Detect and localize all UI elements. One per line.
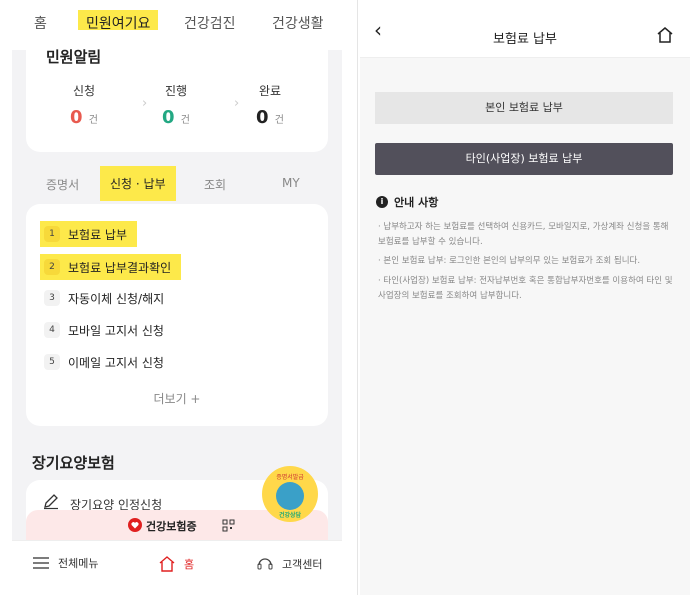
- section-title-ltc: 장기요양보험: [32, 454, 115, 472]
- bottom-navigation: 전체메뉴 홈 고객센터: [12, 540, 342, 595]
- stat-complete-value: 0 건: [240, 107, 300, 128]
- stat-applied[interactable]: 신청 0 건: [54, 82, 114, 128]
- stat-progress-label: 진행: [164, 84, 188, 98]
- item-number: 3: [44, 290, 60, 306]
- left-panel: 홈 민원여기요 건강검진 건강생활 민원알림 신청 0 건 › 진행 0 건 ›…: [12, 0, 342, 595]
- subtab-certificate[interactable]: 증명서: [46, 176, 79, 193]
- other-payment-button[interactable]: 타인(사업장) 보험료 납부: [375, 143, 673, 175]
- item-label: 이메일 고지서 신청: [68, 355, 164, 370]
- civil-status-card: 민원알림 신청 0 건 › 진행 0 건 › 완료 0 건: [26, 30, 328, 152]
- item-label: 모바일 고지서 신청: [68, 323, 164, 338]
- stat-complete-label: 완료: [258, 84, 282, 98]
- mascot-top-label: 증명서발급: [276, 474, 304, 481]
- nav-home-label: 홈: [184, 558, 195, 571]
- stat-progress-unit: 건: [180, 115, 190, 126]
- mascot-chatbot-button[interactable]: 증명서발급 건강상담: [262, 466, 318, 522]
- home-icon[interactable]: [656, 26, 674, 44]
- list-item-payment-result[interactable]: 2 보험료 납부결과확인: [40, 254, 182, 280]
- stat-progress[interactable]: 진행 0 건: [146, 82, 206, 128]
- nav-all-menu[interactable]: 전체메뉴: [32, 555, 98, 571]
- pencil-icon: [44, 494, 58, 510]
- home-icon: [159, 556, 175, 572]
- right-panel: ‹ 보험료 납부 본인 보험료 납부 타인(사업장) 보험료 납부 i 안내 사…: [360, 0, 690, 595]
- list-item-premium-payment[interactable]: 1 보험료 납부: [40, 221, 138, 247]
- stat-applied-unit: 건: [88, 115, 98, 126]
- apply-pay-card: 1 보험료 납부 2 보험료 납부결과확인 3 자동이체 신청/해지 4 모바일…: [26, 204, 328, 426]
- info-note: · 본인 보험료 납부: 로그인한 본인의 납부의무 있는 보험료가 조회 됩니…: [378, 256, 641, 266]
- info-note: · 타인(사업장) 보험료 납부: 전자납부번호 혹은 통합납부자번호를 이용하…: [378, 276, 673, 301]
- self-payment-button[interactable]: 본인 보험료 납부: [375, 92, 673, 124]
- subtab-apply-pay[interactable]: 신청 · 납부: [100, 166, 176, 201]
- item-label: 보험료 납부결과확인: [68, 260, 172, 275]
- mascot-bottom-label: 건강상담: [278, 512, 302, 519]
- info-heading: i 안내 사항: [376, 194, 438, 210]
- stat-progress-value: 0 건: [146, 107, 206, 128]
- stat-progress-number: 0: [161, 107, 175, 128]
- info-note-text: 타인(사업장) 보험료 납부: 전자납부번호 혹은 통합납부자번호를 이용하여 …: [378, 276, 673, 301]
- panel-divider: [357, 0, 358, 595]
- headset-icon: [257, 558, 273, 570]
- list-item-email-bill[interactable]: 5 이메일 고지서 신청: [40, 349, 164, 375]
- info-note-text: 납부하고자 하는 보험료를 선택하여 신용카드, 모바일지로, 가상계좌 신청을…: [378, 222, 669, 247]
- more-button[interactable]: 더보기 +: [26, 390, 328, 407]
- stat-applied-label: 신청: [72, 84, 96, 98]
- chevron-right-icon: ›: [234, 96, 240, 111]
- item-number: 2: [44, 259, 60, 275]
- subtab-my[interactable]: MY: [282, 176, 300, 190]
- list-item-auto-transfer[interactable]: 3 자동이체 신청/해지: [40, 285, 164, 311]
- stat-complete-number: 0: [255, 107, 269, 128]
- civil-status-title: 민원알림: [46, 48, 102, 66]
- item-label: 보험료 납부: [68, 227, 128, 242]
- stat-complete[interactable]: 완료 0 건: [240, 82, 300, 128]
- heart-logo-icon: [128, 518, 142, 532]
- stat-applied-value: 0 건: [54, 107, 114, 128]
- info-note-text: 본인 보험료 납부: 로그인한 본인의 납부의무 있는 보험료가 조회 됩니다.: [383, 256, 641, 266]
- page-title: 보험료 납부: [493, 32, 557, 47]
- banner-label: 건강보험증: [146, 520, 197, 533]
- item-number: 5: [44, 354, 60, 370]
- subtab-lookup[interactable]: 조회: [204, 176, 226, 193]
- item-label: 자동이체 신청/해지: [68, 291, 165, 306]
- nav-all-menu-label: 전체메뉴: [58, 557, 99, 570]
- sub-tabs: 증명서 신청 · 납부 조회 MY: [12, 166, 342, 202]
- info-title: 안내 사항: [394, 196, 439, 209]
- list-item-mobile-bill[interactable]: 4 모바일 고지서 신청: [40, 317, 164, 343]
- hamburger-menu-icon: [33, 557, 49, 569]
- header: ‹ 보험료 납부: [360, 0, 690, 58]
- info-icon: i: [376, 196, 388, 208]
- qr-code-icon: [222, 519, 235, 532]
- nav-home[interactable]: 홈: [158, 555, 194, 573]
- info-note: · 납부하고자 하는 보험료를 선택하여 신용카드, 모바일지로, 가상계좌 신…: [378, 222, 669, 247]
- stat-complete-unit: 건: [274, 115, 284, 126]
- mascot-face-icon: [276, 482, 304, 510]
- content: 본인 보험료 납부 타인(사업장) 보험료 납부 i 안내 사항 · 납부하고자…: [360, 58, 690, 595]
- nav-customer-center[interactable]: 고객센터: [256, 555, 322, 573]
- stat-applied-number: 0: [69, 107, 83, 128]
- item-number: 1: [44, 226, 60, 242]
- nav-customer-center-label: 고객센터: [282, 558, 323, 571]
- item-number: 4: [44, 322, 60, 338]
